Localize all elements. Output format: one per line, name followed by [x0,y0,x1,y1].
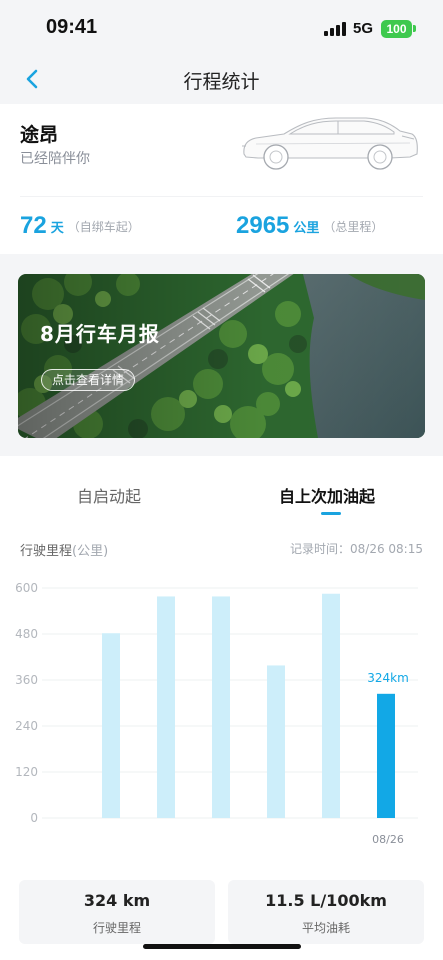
metric-distance-label: 行驶里程 [92,921,141,935]
nav-bar: 行程统计 [0,56,443,104]
y-tick-label: 120 [15,765,38,779]
metric-distance: 324 km 行驶里程 [19,880,215,944]
chart-bar [102,633,120,818]
divider [20,196,423,197]
y-tick-label: 0 [30,811,38,825]
metric-fuel-value: 11.5 L/100km [265,891,387,910]
tab-since-start[interactable]: 自启动起 [77,483,141,507]
chart-label-text: 行驶里程 [20,544,73,559]
view-details-button[interactable]: 点击查看详情 [41,369,136,391]
chart-label: 行驶里程(公里) [20,540,108,559]
status-bar: 09:41 5G 100 [0,0,443,56]
distance-stat: 2965 公里 （总里程） [236,212,383,240]
chart-unit: (公里) [72,544,109,559]
metric-fuel-label: 平均油耗 [301,921,350,935]
mileage-bar-chart: 600 480 360 240 120 0 324km 08/26 [15,581,418,846]
y-tick-label: 360 [15,673,38,687]
status-time: 09:41 [46,16,98,38]
home-indicator [143,944,301,949]
record-time: 记录时间：08/26 08:15 [290,542,423,556]
active-tab-indicator [321,512,341,515]
x-tick-label: 08/26 [372,833,404,846]
distance-value: 2965 [236,212,290,239]
cellular-signal-icon [324,22,346,36]
banner-image [18,274,425,438]
days-note: （自绑车起） [67,219,140,234]
chart-bar [157,596,175,818]
car-summary-card: 途昂 已经陪伴你 72 天（自绑车起） 2965 公里 （总里程） [0,104,443,254]
metric-distance-value: 324 km [83,891,151,910]
distance-unit: 公里 [293,220,320,236]
car-illustration [242,117,418,170]
banner-title: 8月行车月报 [40,322,160,346]
battery-cap [413,25,416,32]
tab-since-last-refuel[interactable]: 自上次加油起 [279,483,375,507]
distance-note: （总里程） [323,219,384,234]
y-tick-label: 240 [15,719,38,733]
mileage-chart-card: 自启动起 自上次加油起 行驶里程(公里) 记录时间：08/26 08:15 60… [0,456,443,960]
chart-bar [212,596,230,818]
y-tick-label: 480 [15,627,38,641]
network-type: 5G [353,20,374,37]
chart-bar [267,665,285,818]
car-subtitle: 已经陪伴你 [20,151,90,167]
days-value: 72 [20,212,47,239]
days-stat: 72 天（自绑车起） [20,212,140,240]
battery-icon: 100 [381,20,412,38]
car-name: 途昂 [20,124,59,146]
metric-fuel: 11.5 L/100km 平均油耗 [228,880,424,944]
monthly-report-banner[interactable]: 8月行车月报 点击查看详情 [18,274,425,438]
chart-bar [322,593,340,818]
y-tick-label: 600 [15,581,38,595]
bar-data-label: 324km [367,671,409,685]
days-unit: 天 [50,220,64,236]
page-title: 行程统计 [183,71,260,93]
chart-bar [377,693,395,818]
